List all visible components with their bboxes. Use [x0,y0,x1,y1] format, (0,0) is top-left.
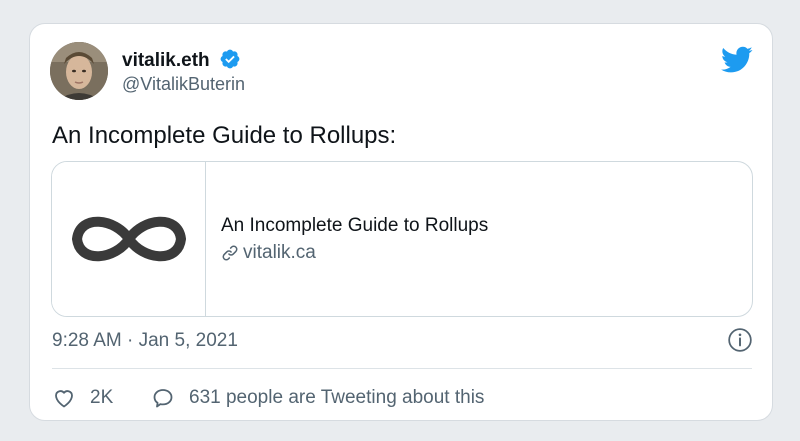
avatar[interactable] [50,42,108,100]
link-thumbnail [52,162,206,316]
link-preview-card[interactable]: An Incomplete Guide to Rollups vitalik.c… [51,161,753,317]
tweet-text: An Incomplete Guide to Rollups: [52,122,397,149]
user-handle[interactable]: @VitalikButerin [122,74,245,95]
like-count: 2K [90,387,114,408]
link-domain[interactable]: vitalik.ca [243,242,316,264]
divider [52,368,752,369]
twitter-bird-icon[interactable] [721,46,753,74]
speech-bubble-icon [153,389,173,408]
infinity-icon [72,216,186,262]
link-icon [222,245,238,261]
display-name[interactable]: vitalik.eth [122,50,210,72]
link-domain-row[interactable]: vitalik.ca [221,242,316,264]
tweet-card[interactable]: vitalik.eth @VitalikButerin An Incomplet… [29,23,773,421]
verified-badge-icon [220,49,240,69]
heart-icon [55,390,73,408]
like-button[interactable]: 2K [52,386,113,410]
tweeting-about-link[interactable]: 631 people are Tweeting about this [151,386,484,410]
tweet-timestamp[interactable]: 9:28 AM · Jan 5, 2021 [52,330,238,352]
link-title[interactable]: An Incomplete Guide to Rollups [221,215,488,237]
avatar-image [50,42,108,100]
info-icon[interactable] [727,327,753,353]
tweeting-about-text[interactable]: 631 people are Tweeting about this [189,387,484,409]
